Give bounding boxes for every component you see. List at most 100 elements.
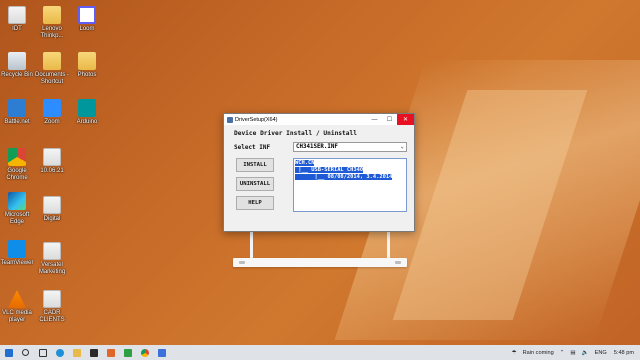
desktop-icon-versatel[interactable]: Versatel Marketing [35, 242, 69, 276]
chevron-up-icon[interactable]: ⌃ [560, 350, 565, 356]
desktop-icon-label: Documents - Shortcut [35, 72, 70, 85]
desktop-icon-battlenet[interactable]: Battle.net [0, 99, 34, 126]
taskbar-explorer[interactable] [68, 345, 85, 360]
file-icon [8, 6, 26, 24]
stand-leg-left [250, 232, 253, 258]
dialog-heading: Device Driver Install / Uninstall [234, 130, 357, 137]
desktop-icon-idt[interactable]: IDT [0, 6, 34, 33]
search-icon [22, 349, 29, 356]
taskbar-app-green[interactable] [119, 345, 136, 360]
desktop-icon-10-06-21[interactable]: 10.06.21 [35, 148, 69, 175]
desktop-icon-loom[interactable]: Loom [70, 6, 104, 33]
desktop-icon-label: VLC media player [2, 310, 32, 323]
desktop-icon-zoom[interactable]: Zoom [35, 99, 69, 126]
driver-info-tree[interactable]: WCH.CN |__ USB-SERIAL CH340 |__ 08/08/20… [293, 158, 407, 212]
vlc-icon [8, 290, 26, 308]
desktop-icon-label: Loom [79, 26, 95, 32]
tree-line-text: WCH.CN [295, 160, 315, 166]
app-icon [157, 348, 166, 357]
desktop-icon-label: Zoom [44, 119, 60, 125]
zoom-icon [43, 99, 61, 117]
folder-icon [78, 52, 96, 70]
desktop-icon-label: IDT [12, 26, 22, 32]
desktop-icon-digital[interactable]: Digital [35, 196, 69, 223]
weather-icon[interactable]: ☂ [512, 350, 517, 356]
edge-icon [55, 348, 64, 357]
stand-leg-right [387, 232, 390, 258]
select-inf-label: Select INF [234, 144, 271, 151]
task-view-button[interactable] [34, 345, 51, 360]
folder-icon [43, 6, 61, 24]
folder-icon [72, 348, 81, 357]
close-button[interactable]: ✕ [397, 114, 414, 125]
desktop-icon-teamviewer[interactable]: TeamViewer [0, 240, 34, 267]
stand-base [233, 258, 407, 267]
inf-select-value: CH341SER.INF [296, 144, 338, 150]
edge-icon [8, 192, 26, 210]
desktop-icon-lenovo[interactable]: Lenovo Thinkp... [35, 6, 69, 40]
terminal-icon [89, 348, 98, 357]
volume-icon[interactable]: 🔈 [582, 350, 589, 356]
desktop-icon-label: Microsoft Edge [4, 212, 30, 225]
dialog-title: DriverSetup(X64) [235, 116, 278, 123]
loom-icon [78, 6, 96, 24]
maximize-button[interactable]: ☐ [382, 114, 397, 125]
inf-select[interactable]: CH341SER.INF ⌄ [293, 142, 407, 152]
desktop-icon-label: Photos [77, 72, 97, 78]
desktop-icon-label: CADR CLIENTS [39, 310, 65, 323]
desktop-icon-cadr-clients[interactable]: CADR CLIENTS [35, 290, 69, 324]
arduino-icon [78, 99, 96, 117]
taskbar-chrome[interactable] [136, 345, 153, 360]
minimize-button[interactable]: — [367, 114, 382, 125]
desktop-icon-documents[interactable]: Documents - Shortcut [35, 52, 69, 86]
desktop-icon-label: Google Chrome [6, 168, 28, 181]
desktop-icon-chrome[interactable]: Google Chrome [0, 148, 34, 182]
desktop-icon-label: Battle.net [4, 119, 30, 125]
desktop-icon-photos[interactable]: Photos [70, 52, 104, 79]
desktop-icon-label: Versatel Marketing [38, 262, 66, 275]
tree-line: |__ USB-SERIAL CH340 [295, 167, 405, 174]
taskbar-app-dark[interactable] [85, 345, 102, 360]
tree-line: WCH.CN [295, 160, 405, 167]
driver-setup-dialog: DriverSetup(X64) — ☐ ✕ Device Driver Ins… [223, 113, 415, 232]
system-tray: ☂ Rain coming ⌃ ▤ 🔈 ENG 5:48 pm [509, 350, 640, 356]
desktop-icon-label: 10.06.21 [40, 168, 64, 174]
chrome-icon [8, 148, 26, 166]
chevron-down-icon[interactable]: ⌄ [400, 143, 404, 151]
taskbar-edge[interactable] [51, 345, 68, 360]
taskbar-app-orange[interactable] [102, 345, 119, 360]
app-icon [106, 348, 115, 357]
dialog-titlebar[interactable]: DriverSetup(X64) — ☐ ✕ [224, 114, 414, 125]
app-icon [227, 116, 233, 123]
language-indicator[interactable]: ENG [595, 350, 607, 356]
teamviewer-icon [8, 240, 26, 258]
task-view-icon [38, 348, 47, 357]
app-icon [123, 348, 132, 357]
battlenet-icon [8, 99, 26, 117]
desktop-icon-arduino[interactable]: Arduino [70, 99, 104, 126]
install-button[interactable]: INSTALL [236, 158, 274, 172]
help-button[interactable]: HELP [236, 196, 274, 210]
file-icon [43, 196, 61, 214]
folder-icon [43, 52, 61, 70]
taskbar-app-blue[interactable] [153, 345, 170, 360]
uninstall-button[interactable]: UNINSTALL [236, 177, 274, 191]
stand-foot-right [395, 261, 401, 264]
tree-line: |__ 08/08/2014, 3.4.2014 [295, 174, 405, 181]
tree-line-text: |__ USB-SERIAL CH340 [295, 167, 364, 173]
search-button[interactable] [17, 345, 34, 360]
file-icon [43, 290, 61, 308]
desktop-icon-label: TeamViewer [0, 260, 34, 266]
clock[interactable]: 5:48 pm [614, 350, 634, 356]
stand-foot-left [239, 261, 245, 264]
weather-text[interactable]: Rain coming [523, 350, 554, 356]
start-button[interactable] [0, 345, 17, 360]
desktop-icon-vlc[interactable]: VLC media player [0, 290, 34, 324]
chrome-icon [140, 348, 149, 357]
file-icon [43, 148, 61, 166]
desktop-icon-edge[interactable]: Microsoft Edge [0, 192, 34, 226]
sunlight-patch-inner [392, 90, 588, 320]
network-icon[interactable]: ▤ [570, 350, 575, 356]
windows-icon [4, 348, 13, 357]
desktop-icon-recycle-bin[interactable]: Recycle Bin [0, 52, 34, 79]
